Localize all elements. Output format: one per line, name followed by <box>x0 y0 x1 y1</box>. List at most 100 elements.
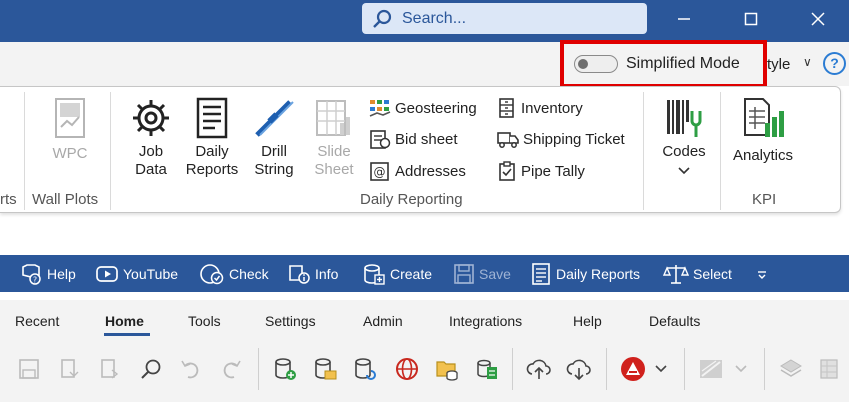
globe-icon <box>396 358 418 380</box>
export-sheet-tool[interactable] <box>474 355 500 383</box>
wpc-label: WPC <box>52 145 88 162</box>
maximize-icon <box>744 12 758 26</box>
svg-text:?: ? <box>33 275 37 284</box>
slide-sheet-label-1: Slide <box>317 143 351 160</box>
chevron-down-icon <box>758 270 766 279</box>
pipe-tally-button[interactable]: Pipe Tally <box>497 160 585 182</box>
redo-tool[interactable] <box>218 355 244 383</box>
tab-help[interactable]: Help <box>573 313 602 329</box>
shipping-ticket-label: Shipping Ticket <box>523 130 625 148</box>
qat-daily-reports-button[interactable]: Daily Reports <box>530 255 640 292</box>
job-data-label-1: Job <box>138 143 164 160</box>
layers-tool[interactable] <box>778 355 804 383</box>
shipping-ticket-button[interactable]: Shipping Ticket <box>497 128 625 150</box>
check-icon <box>200 263 224 284</box>
alert-icon <box>621 357 645 381</box>
wellbore-icon <box>700 360 722 378</box>
report-icon <box>532 262 550 285</box>
database-folder-tool[interactable] <box>312 355 338 383</box>
tab-home[interactable]: Home <box>105 313 144 329</box>
qat-info-label: Info <box>315 265 339 282</box>
tab-defaults[interactable]: Defaults <box>649 313 700 329</box>
report-icon <box>196 97 228 139</box>
qat-customize-button[interactable] <box>756 255 768 292</box>
addresses-button[interactable]: @ Addresses <box>369 160 466 182</box>
search-icon <box>373 9 392 28</box>
import-tool[interactable] <box>56 355 82 383</box>
web-tool[interactable] <box>394 355 420 383</box>
job-data-label-2: Data <box>135 161 167 178</box>
drill-string-button[interactable]: Drill String <box>249 97 299 179</box>
qat-check-label: Check <box>229 265 269 282</box>
daily-reports-button[interactable]: Daily Reports <box>182 97 242 179</box>
quick-access-toolbar: ? Help YouTube Check Info Create Save Da… <box>0 255 849 292</box>
tab-settings[interactable]: Settings <box>265 313 316 329</box>
toolbar-divider <box>684 348 685 390</box>
bid-sheet-button[interactable]: Bid sheet <box>369 128 458 150</box>
export-tool[interactable] <box>96 355 122 383</box>
wellbore-dropdown[interactable] <box>734 355 748 383</box>
geosteering-button[interactable]: Geosteering <box>369 97 477 119</box>
database-add-tool[interactable] <box>272 355 298 383</box>
group-divider <box>110 92 111 210</box>
chevron-down-icon[interactable]: ∨ <box>803 55 812 69</box>
sheet-tool[interactable] <box>816 355 842 383</box>
drill-string-icon <box>255 100 294 137</box>
qat-youtube-label: YouTube <box>123 265 179 282</box>
youtube-icon <box>96 265 118 282</box>
undo-icon <box>181 360 199 379</box>
tab-admin[interactable]: Admin <box>363 313 403 329</box>
qat-save-button[interactable]: Save <box>453 255 511 292</box>
save-icon <box>19 359 39 379</box>
style-label[interactable]: tyle <box>767 56 790 73</box>
analytics-icon <box>744 98 784 137</box>
folder-database-tool[interactable] <box>434 355 460 383</box>
svg-text:@: @ <box>374 165 386 179</box>
qat-info-button[interactable]: Info <box>287 255 338 292</box>
tab-recent[interactable]: Recent <box>15 313 59 329</box>
wellbore-tool[interactable] <box>698 355 724 383</box>
title-bar: Search... <box>0 0 849 42</box>
undo-tool[interactable] <box>178 355 204 383</box>
analytics-button[interactable]: Analytics <box>728 97 798 165</box>
chevron-down-icon <box>735 365 747 373</box>
job-data-button[interactable]: Job Data <box>126 97 176 179</box>
search-icon <box>141 359 161 379</box>
codes-button[interactable]: Codes <box>656 97 712 175</box>
tab-tools[interactable]: Tools <box>188 313 221 329</box>
qat-daily-reports-label: Daily Reports <box>556 265 641 282</box>
database-add-icon <box>275 358 296 380</box>
alert-tool[interactable] <box>620 355 646 383</box>
qat-help-label: Help <box>47 265 76 282</box>
qat-check-button[interactable]: Check <box>199 255 269 292</box>
minimize-button[interactable] <box>664 4 704 34</box>
tab-integrations[interactable]: Integrations <box>449 313 522 329</box>
search-placeholder: Search... <box>402 9 467 27</box>
find-tool[interactable] <box>138 355 164 383</box>
wpc-button[interactable]: WPC <box>44 97 96 163</box>
redo-icon <box>223 360 241 379</box>
qat-help-button[interactable]: ? Help <box>19 255 76 292</box>
download-tool[interactable] <box>566 355 592 383</box>
qat-youtube-button[interactable]: YouTube <box>95 255 178 292</box>
geosteering-icon <box>369 100 391 117</box>
alert-dropdown[interactable] <box>654 355 668 383</box>
help-icon: ? <box>22 263 41 285</box>
minimize-icon <box>678 18 690 20</box>
save-tool[interactable] <box>16 355 42 383</box>
upload-tool[interactable] <box>526 355 552 383</box>
qat-select-button[interactable]: Select <box>663 255 732 292</box>
slide-sheet-button[interactable]: Slide Sheet <box>310 97 358 179</box>
active-tab-indicator <box>104 333 150 336</box>
inventory-button[interactable]: Inventory <box>497 97 583 119</box>
help-icon[interactable]: ? <box>823 52 846 75</box>
maximize-button[interactable] <box>731 4 771 34</box>
group-label-kpi: KPI <box>752 191 777 208</box>
database-refresh-tool[interactable] <box>352 355 378 383</box>
toolbar-divider <box>606 348 607 390</box>
scale-icon <box>663 264 689 284</box>
close-button[interactable] <box>798 4 838 34</box>
qat-create-button[interactable]: Create <box>362 255 432 292</box>
addresses-label: Addresses <box>395 162 466 180</box>
search-box[interactable]: Search... <box>362 3 647 34</box>
